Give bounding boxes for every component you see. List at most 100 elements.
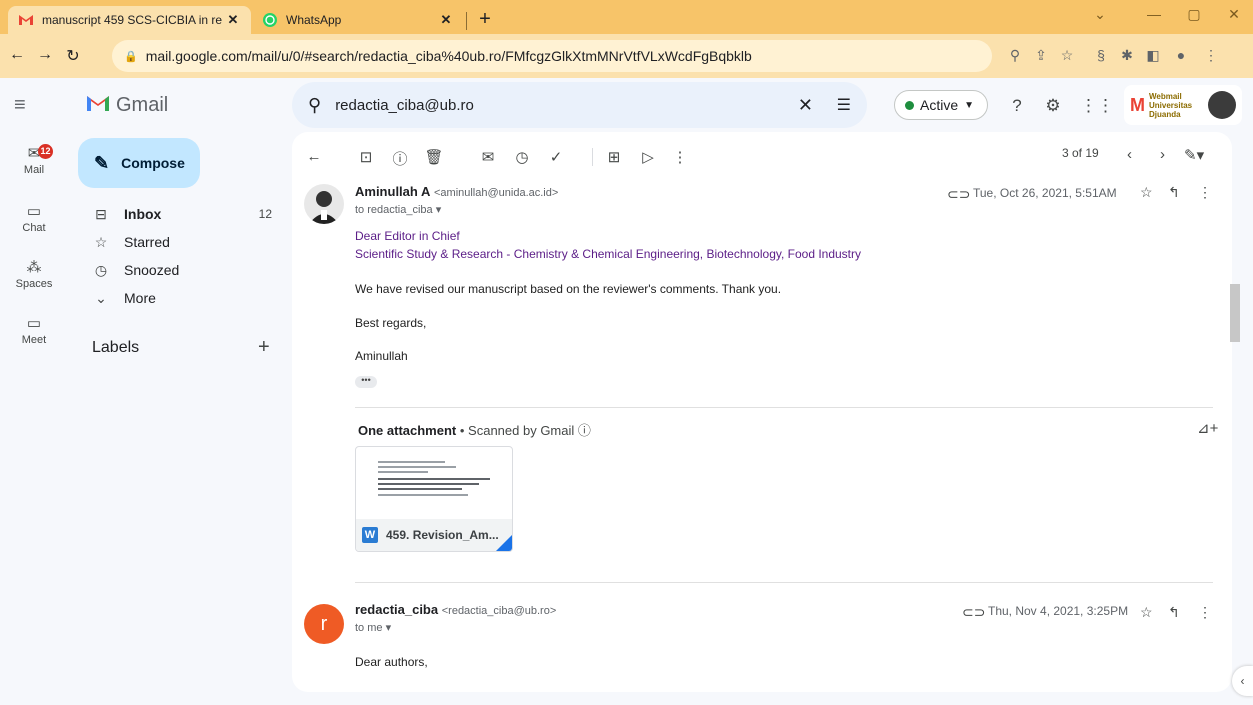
search-bar[interactable]: ⚲ ✕ ☰ [292,82,867,128]
new-tab-icon[interactable]: + [474,9,496,31]
delete-icon[interactable]: 🗑 [424,148,444,166]
body-line: Dear authors, [355,655,428,669]
older-icon[interactable]: › [1160,146,1165,163]
back-icon[interactable]: ← [6,46,28,64]
reply-icon[interactable]: ↰ [1168,184,1180,201]
compose-button[interactable]: ✎ Compose [78,138,200,188]
sender-avatar[interactable] [304,184,344,224]
attachment-count: One attachment [358,423,457,438]
apps-grid-icon[interactable]: ⋮⋮ [1080,96,1114,116]
body-line: Best regards, [355,316,427,330]
toolbar-separator [592,148,593,166]
pencil-icon: ✎ [94,152,110,173]
message-sender: redactia_ciba <redactia_ciba@ub.ro> [355,602,556,617]
attachment-name: 459. Revision_Am... [386,528,499,542]
window-close-icon[interactable]: ✕ [1219,6,1249,23]
input-tools-icon[interactable]: ✎▾ [1184,146,1204,164]
rail-mail[interactable]: ✉ Mail [0,144,68,176]
sidebar-item-inbox[interactable]: ⊟ Inbox 12 [78,200,278,228]
reload-icon[interactable]: ↻ [62,46,84,66]
attachment-card[interactable]: W 459. Revision_Am... [355,446,513,552]
add-task-icon[interactable]: ✓ [546,148,566,166]
tab-whatsapp[interactable]: WhatsApp ✕ [252,6,464,34]
account-avatar[interactable] [1208,91,1236,119]
minimize-icon[interactable]: — [1139,6,1169,22]
rail-mail-label: Mail [23,164,45,176]
lock-icon[interactable]: 🔒 [124,50,138,63]
message-recipient[interactable]: to redactia_ciba ▾ [355,203,441,216]
gmail-m-icon [86,92,110,118]
add-to-drive-icon[interactable]: ⊿+ [1197,419,1218,437]
snooze-icon[interactable]: ◷ [512,148,532,166]
clear-search-icon[interactable]: ✕ [798,95,813,116]
status-selector[interactable]: Active ▼ [894,90,988,120]
add-label-icon[interactable]: + [258,336,270,359]
profile-icon[interactable]: ● [1170,47,1192,63]
forward-icon[interactable]: → [34,46,56,64]
message-more-icon[interactable]: ⋮ [1198,184,1212,201]
attachment-filename: W 459. Revision_Am... [356,519,512,551]
attachment-divider [355,407,1213,408]
tab-close-icon[interactable]: ✕ [438,12,454,28]
puzzle-extensions-icon[interactable]: ✱ [1116,47,1138,64]
message-divider [355,582,1213,583]
mark-unread-icon[interactable]: ✉ [478,148,498,166]
sidebar-item-starred[interactable]: ☆ Starred [78,228,278,256]
status-label: Active [920,97,959,113]
rail-spaces-label: Spaces [15,278,53,290]
help-icon[interactable]: ? [1006,96,1028,116]
sidebar-item-label: Starred [124,234,170,250]
rail-spaces[interactable]: ⁂ Spaces [0,258,68,290]
whatsapp-favicon-icon [262,12,278,28]
browser-menu-icon[interactable]: ⋮ [1200,47,1222,64]
star-icon[interactable]: ☆ [1140,604,1153,621]
tab-gmail[interactable]: manuscript 459 SCS-CICBIA in re ✕ [8,6,251,34]
search-options-icon[interactable]: ☰ [837,95,851,115]
reply-icon[interactable]: ↰ [1168,604,1180,621]
side-panel-icon[interactable]: ◧ [1142,47,1164,64]
info-icon[interactable]: ⓘ [578,423,591,438]
scrollbar-thumb[interactable] [1230,284,1240,342]
report-spam-icon[interactable]: ⓘ [390,148,410,169]
newer-icon[interactable]: ‹ [1127,146,1132,163]
label-icon[interactable]: ▷ [638,148,658,166]
search-input[interactable] [335,96,776,114]
sidebar-item-snoozed[interactable]: ◷ Snoozed [78,256,278,284]
zoom-icon[interactable]: ⚲ [1004,47,1026,64]
address-bar[interactable]: 🔒 mail.google.com/mail/u/0/#search/redac… [112,40,992,72]
archive-icon[interactable]: ⊡ [356,148,376,166]
gmail-logo[interactable]: Gmail [86,92,168,118]
more-actions-icon[interactable]: ⋮ [670,148,690,166]
browser-tab-strip: manuscript 459 SCS-CICBIA in re ✕ WhatsA… [0,0,1253,34]
account-brand-box[interactable]: M Webmail Universitas Djuanda [1124,85,1242,125]
side-panel-toggle-icon[interactable]: ‹ [1232,666,1253,696]
body-line: Scientific Study & Research - Chemistry … [355,247,862,261]
search-icon[interactable]: ⚲ [308,95,321,116]
message-date: Tue, Oct 26, 2021, 5:51AM [973,186,1117,200]
main-menu-icon[interactable]: ≡ [14,94,26,117]
show-trimmed-content-button[interactable]: ••• [355,376,377,388]
restore-icon[interactable]: ▢ [1179,6,1209,23]
bookmark-star-icon[interactable]: ☆ [1056,47,1078,64]
message-more-icon[interactable]: ⋮ [1198,604,1212,621]
compose-label: Compose [121,155,185,171]
sidebar-item-label: Inbox [124,206,162,222]
message-recipient[interactable]: to me ▾ [355,621,391,634]
move-to-icon[interactable]: ⊞ [604,148,624,166]
attachment-clip-icon: ⊂⊃ [962,604,986,620]
back-to-list-icon[interactable]: ← [304,148,324,165]
body-line: Aminullah [355,349,408,363]
star-icon[interactable]: ☆ [1140,184,1153,201]
tab-search-icon[interactable]: ⌄ [1085,6,1115,23]
attachment-heading: One attachment • Scanned by Gmail ⓘ [358,423,591,438]
share-icon[interactable]: ⇪ [1030,47,1052,64]
webmail-logo-text: Webmail Universitas Djuanda [1149,91,1193,119]
tab-close-icon[interactable]: ✕ [225,12,241,28]
rail-chat[interactable]: ▭ Chat [0,202,68,234]
tab-title: WhatsApp [286,13,342,27]
settings-gear-icon[interactable]: ⚙ [1042,96,1064,116]
sidebar-item-more[interactable]: ⌄ More [78,284,278,312]
extension-icon[interactable]: § [1090,47,1112,63]
rail-meet[interactable]: ▭ Meet [0,314,68,346]
sender-avatar[interactable]: r [304,604,344,644]
